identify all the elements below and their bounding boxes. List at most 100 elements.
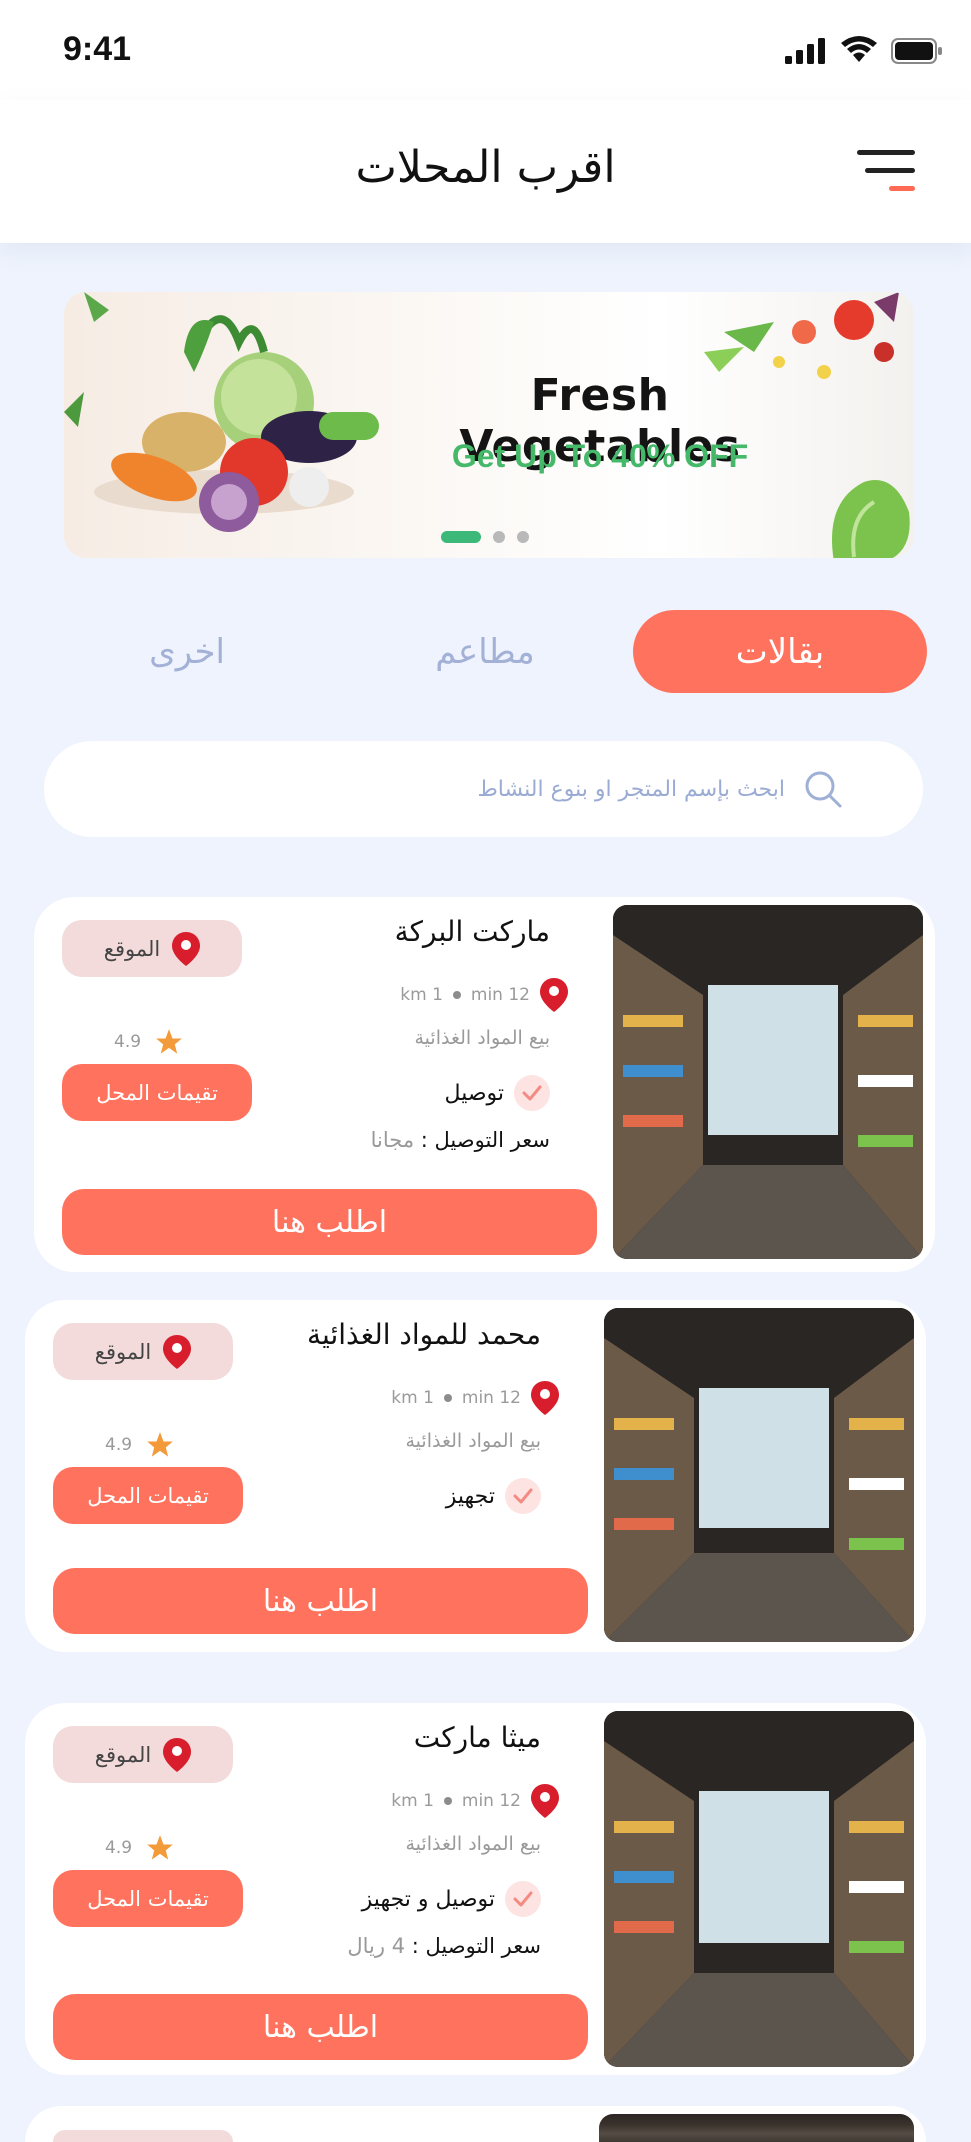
- store-category: بيع المواد الغذائية: [414, 1027, 550, 1049]
- service-label: تجهيز: [445, 1483, 495, 1509]
- lettuce-illustration: [832, 480, 910, 558]
- location-label: الموقع: [94, 1339, 152, 1364]
- status-icons: [785, 36, 943, 64]
- store-photo[interactable]: [604, 1711, 914, 2067]
- menu-button[interactable]: [857, 150, 915, 192]
- store-reviews-button[interactable]: تقيمات المحل: [53, 1870, 243, 1927]
- delivery-price: سعر التوصيل : مجانا: [371, 1128, 550, 1152]
- app-header: اقرب المحلات: [0, 100, 971, 243]
- check-icon: [514, 1075, 550, 1111]
- order-button[interactable]: اطلب هنا: [62, 1189, 597, 1255]
- order-label: اطلب هنا: [271, 1204, 388, 1240]
- store-reviews-button[interactable]: تقيمات المحل: [53, 1467, 243, 1524]
- store-distance: 1 km: [400, 985, 443, 1005]
- check-icon: [505, 1881, 541, 1917]
- store-distance: 1 km: [391, 1791, 434, 1811]
- store-card[interactable]: ميثا ماركت 12 min 1 km بيع المواد الغذائ…: [25, 1703, 926, 2075]
- order-button[interactable]: اطلب هنا: [53, 1994, 588, 2060]
- reviews-label: تقيمات المحل: [87, 1483, 209, 1508]
- store-photo[interactable]: [604, 1308, 914, 1642]
- store-service: توصيل و تجهيز: [362, 1881, 541, 1917]
- location-button[interactable]: الموقع: [53, 1323, 233, 1380]
- tab-restaurants[interactable]: مطاعم: [385, 610, 585, 693]
- delivery-price-label: سعر التوصيل :: [405, 1934, 541, 1958]
- pagination-dot[interactable]: [493, 531, 505, 543]
- delivery-price: سعر التوصيل : 4 ريال: [347, 1934, 541, 1958]
- store-rating: 4.9: [105, 1431, 174, 1459]
- meta-bullet: [443, 1797, 452, 1805]
- menu-line-bottom: [889, 186, 915, 191]
- rating-value: 4.9: [105, 1435, 133, 1455]
- star-icon: [147, 1432, 173, 1457]
- store-category: بيع المواد الغذائية: [405, 1833, 541, 1855]
- store-time: 12 min: [461, 1388, 521, 1408]
- location-label: الموقع: [103, 936, 161, 961]
- store-card[interactable]: محمد للمواد الغذائية 12 min 1 km بيع الم…: [25, 1300, 926, 1652]
- store-service: تجهيز: [446, 1478, 541, 1514]
- store-rating: 4.9: [114, 1028, 183, 1056]
- vegetables-illustration: [64, 292, 379, 532]
- reviews-label: تقيمات المحل: [87, 1886, 209, 1911]
- search-input[interactable]: [285, 765, 785, 813]
- menu-line-middle: [865, 168, 915, 173]
- delivery-price-label: سعر التوصيل :: [414, 1128, 550, 1152]
- service-label: توصيل و تجهيز: [361, 1886, 495, 1912]
- pagination-dot-active[interactable]: [441, 531, 481, 543]
- location-pin-icon: [531, 1784, 559, 1818]
- order-label: اطلب هنا: [262, 1583, 379, 1619]
- store-time: 12 min: [461, 1791, 521, 1811]
- store-distance: 1 km: [391, 1388, 434, 1408]
- location-pin-icon: [540, 978, 568, 1012]
- delivery-price-value: مجانا: [370, 1128, 415, 1152]
- store-meta: 12 min 1 km: [391, 1784, 559, 1818]
- tab-label: بقالات: [735, 631, 825, 672]
- location-button[interactable]: الموقع: [53, 1726, 233, 1783]
- tab-groceries[interactable]: بقالات: [633, 610, 927, 693]
- location-pin-icon: [163, 1737, 192, 1772]
- service-label: توصيل: [444, 1080, 504, 1106]
- store-photo[interactable]: [613, 905, 923, 1259]
- store-service: توصيل: [445, 1075, 550, 1111]
- store-meta: 12 min 1 km: [391, 1381, 559, 1415]
- store-aisle-image: [604, 1711, 914, 2067]
- page-title: اقرب المحلات: [355, 142, 616, 193]
- cellular-signal-icon: [785, 38, 825, 64]
- order-label: اطلب هنا: [262, 2009, 379, 2045]
- reviews-label: تقيمات المحل: [96, 1080, 218, 1105]
- location-button[interactable]: [53, 2130, 233, 2142]
- wifi-icon: [841, 36, 877, 62]
- tab-other[interactable]: اخرى: [97, 610, 277, 693]
- location-button[interactable]: الموقع: [62, 920, 242, 977]
- store-card-partial[interactable]: [25, 2106, 926, 2142]
- store-name: محمد للمواد الغذائية: [306, 1318, 541, 1351]
- status-bar: 9:41: [0, 0, 971, 100]
- search-icon[interactable]: [803, 769, 843, 809]
- promo-banner[interactable]: Fresh Vegetables Get Up To 40% OFF: [64, 292, 914, 558]
- store-name: ماركت البركة: [394, 915, 550, 948]
- check-icon: [505, 1478, 541, 1514]
- delivery-price-value: 4 ريال: [347, 1934, 406, 1958]
- store-card[interactable]: ماركت البركة 12 min 1 km بيع المواد الغذ…: [34, 897, 935, 1272]
- store-photo[interactable]: [599, 2114, 914, 2142]
- rating-value: 4.9: [114, 1032, 142, 1052]
- location-label: الموقع: [94, 1742, 152, 1767]
- menu-line-top: [857, 150, 915, 155]
- location-pin-icon: [531, 1381, 559, 1415]
- pagination-dot[interactable]: [517, 531, 529, 543]
- store-aisle-image: [604, 1308, 914, 1642]
- tab-label: اخرى: [149, 631, 225, 672]
- store-meta: 12 min 1 km: [400, 978, 568, 1012]
- store-aisle-image: [613, 905, 923, 1259]
- location-pin-icon: [163, 1334, 192, 1369]
- rating-value: 4.9: [105, 1838, 133, 1858]
- meta-bullet: [443, 1394, 452, 1402]
- store-reviews-button[interactable]: تقيمات المحل: [62, 1064, 252, 1121]
- meta-bullet: [452, 991, 461, 999]
- star-icon: [147, 1835, 173, 1860]
- banner-subtitle: Get Up To 40% OFF: [451, 438, 749, 474]
- order-button[interactable]: اطلب هنا: [53, 1568, 588, 1634]
- search-bar[interactable]: [44, 741, 923, 837]
- store-time: 12 min: [470, 985, 530, 1005]
- store-rating: 4.9: [105, 1834, 174, 1862]
- battery-icon: [891, 38, 942, 64]
